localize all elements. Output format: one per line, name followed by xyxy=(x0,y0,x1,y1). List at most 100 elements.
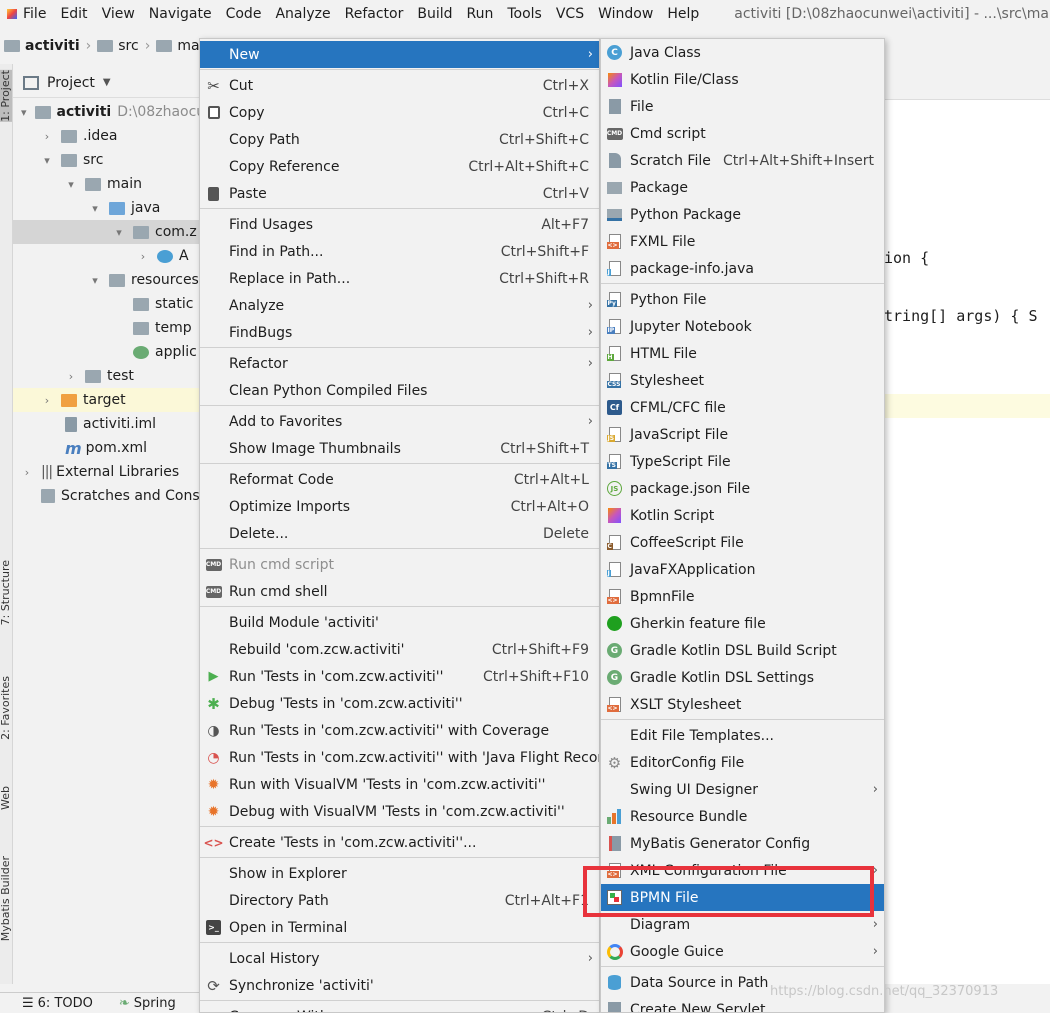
tree-node[interactable]: › test xyxy=(13,364,200,388)
new-submenu-item-swing-ui-designer[interactable]: Swing UI Designer › xyxy=(601,776,884,803)
context-menu-item-run-with-visualvm-tests-in-com-zcw-activiti[interactable]: ✹ Run with VisualVM 'Tests in 'com.zcw.ac… xyxy=(200,771,599,798)
menu-build[interactable]: Build xyxy=(410,6,459,22)
tree-node[interactable]: › ||| External Libraries xyxy=(13,460,200,484)
web-tool-tab[interactable]: Web xyxy=(0,786,12,810)
new-submenu-item-file[interactable]: File xyxy=(601,93,884,120)
context-menu-item-copy[interactable]: Copy Ctrl+C xyxy=(200,99,599,126)
tree-node[interactable]: ▾ com.z xyxy=(13,220,200,244)
context-menu-item-debug-tests-in-com-zcw-activiti[interactable]: ✱ Debug 'Tests in 'com.zcw.activiti'' xyxy=(200,690,599,717)
menu-navigate[interactable]: Navigate xyxy=(142,6,219,22)
tree-node[interactable]: › .idea xyxy=(13,124,200,148)
tree-node[interactable]: m pom.xml xyxy=(13,436,200,460)
menu-view[interactable]: View xyxy=(95,6,142,22)
tree-node[interactable]: Scratches and Conso xyxy=(13,484,200,508)
context-menu-item-find-in-path[interactable]: Find in Path... Ctrl+Shift+F xyxy=(200,238,599,265)
context-menu-item-paste[interactable]: Paste Ctrl+V xyxy=(200,180,599,207)
new-submenu-item-bpmnfile[interactable]: <> BpmnFile xyxy=(601,583,884,610)
context-menu-item-compare-with[interactable]: Compare With... Ctrl+D xyxy=(200,1003,599,1013)
context-menu-item-cut[interactable]: ✂ Cut Ctrl+X xyxy=(200,72,599,99)
context-menu-item-build-module-activiti[interactable]: Build Module 'activiti' xyxy=(200,609,599,636)
menu-edit[interactable]: Edit xyxy=(53,6,94,22)
tree-node[interactable]: ▾ src xyxy=(13,148,200,172)
context-menu-item-show-in-explorer[interactable]: Show in Explorer xyxy=(200,860,599,887)
new-submenu-item-xslt-stylesheet[interactable]: <> XSLT Stylesheet xyxy=(601,691,884,718)
favorites-tool-tab[interactable]: 2: Favorites xyxy=(0,676,12,740)
new-submenu-item-scratch-file[interactable]: Scratch File Ctrl+Alt+Shift+Insert xyxy=(601,147,884,174)
context-menu-item-directory-path[interactable]: Directory Path Ctrl+Alt+F1 xyxy=(200,887,599,914)
spring-tab[interactable]: Spring xyxy=(134,996,176,1011)
tree-node[interactable]: applic xyxy=(13,340,200,364)
context-menu-item-run-cmd-shell[interactable]: CMD Run cmd shell xyxy=(200,578,599,605)
breadcrumb-item[interactable]: main xyxy=(156,38,200,54)
menu-file[interactable]: File xyxy=(16,6,53,22)
new-submenu-item-cfml-cfc-file[interactable]: Cf CFML/CFC file xyxy=(601,394,884,421)
project-panel-title[interactable]: Project xyxy=(47,75,95,91)
new-submenu-item-coffeescript-file[interactable]: C CoffeeScript File xyxy=(601,529,884,556)
mybatis-tool-tab[interactable]: Mybatis Builder xyxy=(0,856,12,941)
tree-node[interactable]: ▾ activiti D:\08zhaocu xyxy=(13,100,200,124)
context-menu-item-debug-with-visualvm-tests-in-com-zcw-activiti[interactable]: ✹ Debug with VisualVM 'Tests in 'com.zcw.… xyxy=(200,798,599,825)
context-menu-item-analyze[interactable]: Analyze › xyxy=(200,292,599,319)
context-menu-item-run-tests-in-com-zcw-activiti-with-coverage[interactable]: ◑ Run 'Tests in 'com.zcw.activiti'' with … xyxy=(200,717,599,744)
new-submenu-item-gradle-kotlin-dsl-settings[interactable]: G Gradle Kotlin DSL Settings xyxy=(601,664,884,691)
context-menu-item-delete[interactable]: Delete... Delete xyxy=(200,520,599,547)
context-menu-item-find-usages[interactable]: Find Usages Alt+F7 xyxy=(200,211,599,238)
menu-window[interactable]: Window xyxy=(591,6,660,22)
new-submenu-item-package[interactable]: Package xyxy=(601,174,884,201)
context-menu-item-refactor[interactable]: Refactor › xyxy=(200,350,599,377)
new-submenu-item-fxml-file[interactable]: <> FXML File xyxy=(601,228,884,255)
context-menu-item-local-history[interactable]: Local History › xyxy=(200,945,599,972)
chevron-down-icon[interactable]: ▼ xyxy=(103,77,111,88)
project-tool-tab[interactable]: 1: Project xyxy=(0,70,12,122)
new-submenu-item-python-package[interactable]: Python Package xyxy=(601,201,884,228)
new-submenu-item-edit-file-templates[interactable]: Edit File Templates... xyxy=(601,722,884,749)
context-menu-item-open-in-terminal[interactable]: >_ Open in Terminal xyxy=(200,914,599,941)
context-menu-item-run-tests-in-com-zcw-activiti-with-java-flight-recorder[interactable]: ◔ Run 'Tests in 'com.zcw.activiti'' with … xyxy=(200,744,599,771)
editor-area[interactable]: ion { tring[] args) { S xyxy=(884,64,1050,984)
menu-analyze[interactable]: Analyze xyxy=(268,6,337,22)
tree-node[interactable]: static xyxy=(13,292,200,316)
breadcrumb-item[interactable]: activiti › xyxy=(4,38,91,54)
context-menu-item-synchronize-activiti[interactable]: ⟳ Synchronize 'activiti' xyxy=(200,972,599,999)
context-menu-item-create-tests-in-com-zcw-activiti[interactable]: <> Create 'Tests in 'com.zcw.activiti''..… xyxy=(200,829,599,856)
todo-tab[interactable]: 6: TODO xyxy=(38,996,93,1011)
context-menu-item-add-to-favorites[interactable]: Add to Favorites › xyxy=(200,408,599,435)
tree-node[interactable]: ▾ java xyxy=(13,196,200,220)
breadcrumb-item[interactable]: src › xyxy=(97,38,150,54)
tree-node[interactable]: ▾ main xyxy=(13,172,200,196)
context-menu-item-copy-path[interactable]: Copy Path Ctrl+Shift+C xyxy=(200,126,599,153)
tree-node[interactable]: › A xyxy=(13,244,200,268)
context-menu-item-replace-in-path[interactable]: Replace in Path... Ctrl+Shift+R xyxy=(200,265,599,292)
new-submenu-item-html-file[interactable]: H HTML File xyxy=(601,340,884,367)
menu-code[interactable]: Code xyxy=(219,6,269,22)
new-submenu-item-jupyter-notebook[interactable]: IP Jupyter Notebook xyxy=(601,313,884,340)
tree-node[interactable]: activiti.iml xyxy=(13,412,200,436)
context-menu-item-show-image-thumbnails[interactable]: Show Image Thumbnails Ctrl+Shift+T xyxy=(200,435,599,462)
new-submenu-item-python-file[interactable]: Py Python File xyxy=(601,286,884,313)
new-submenu-item-gradle-kotlin-dsl-build-script[interactable]: G Gradle Kotlin DSL Build Script xyxy=(601,637,884,664)
new-submenu-item-java-class[interactable]: C Java Class xyxy=(601,39,884,66)
context-menu-item-findbugs[interactable]: FindBugs › xyxy=(200,319,599,346)
context-menu-item-optimize-imports[interactable]: Optimize Imports Ctrl+Alt+O xyxy=(200,493,599,520)
menu-refactor[interactable]: Refactor xyxy=(338,6,411,22)
new-submenu-item-cmd-script[interactable]: CMD Cmd script xyxy=(601,120,884,147)
new-submenu-item-javafxapplication[interactable]: J JavaFXApplication xyxy=(601,556,884,583)
menu-tools[interactable]: Tools xyxy=(500,6,549,22)
context-menu-item-copy-reference[interactable]: Copy Reference Ctrl+Alt+Shift+C xyxy=(200,153,599,180)
tree-node[interactable]: › target xyxy=(13,388,200,412)
context-menu-item-new[interactable]: New › xyxy=(200,41,599,68)
context-menu-item-reformat-code[interactable]: Reformat Code Ctrl+Alt+L xyxy=(200,466,599,493)
new-submenu-item-package-json-file[interactable]: JS package.json File xyxy=(601,475,884,502)
new-submenu-item-package-info-java[interactable]: Jpackage-info.java xyxy=(601,255,884,282)
menu-run[interactable]: Run xyxy=(460,6,501,22)
menu-vcs[interactable]: VCS xyxy=(549,6,591,22)
tree-node[interactable]: ▾ resources xyxy=(13,268,200,292)
context-menu-item-clean-python-compiled-files[interactable]: Clean Python Compiled Files xyxy=(200,377,599,404)
new-submenu-item-gherkin-feature-file[interactable]: Gherkin feature file xyxy=(601,610,884,637)
new-submenu-item-google-guice[interactable]: Google Guice › xyxy=(601,938,884,965)
new-submenu-item-resource-bundle[interactable]: Resource Bundle xyxy=(601,803,884,830)
new-submenu-item-mybatis-generator-config[interactable]: MyBatis Generator Config xyxy=(601,830,884,857)
new-submenu-item-javascript-file[interactable]: JS JavaScript File xyxy=(601,421,884,448)
structure-tool-tab[interactable]: 7: Structure xyxy=(0,560,12,625)
new-submenu-item-editorconfig-file[interactable]: ⚙ EditorConfig File xyxy=(601,749,884,776)
